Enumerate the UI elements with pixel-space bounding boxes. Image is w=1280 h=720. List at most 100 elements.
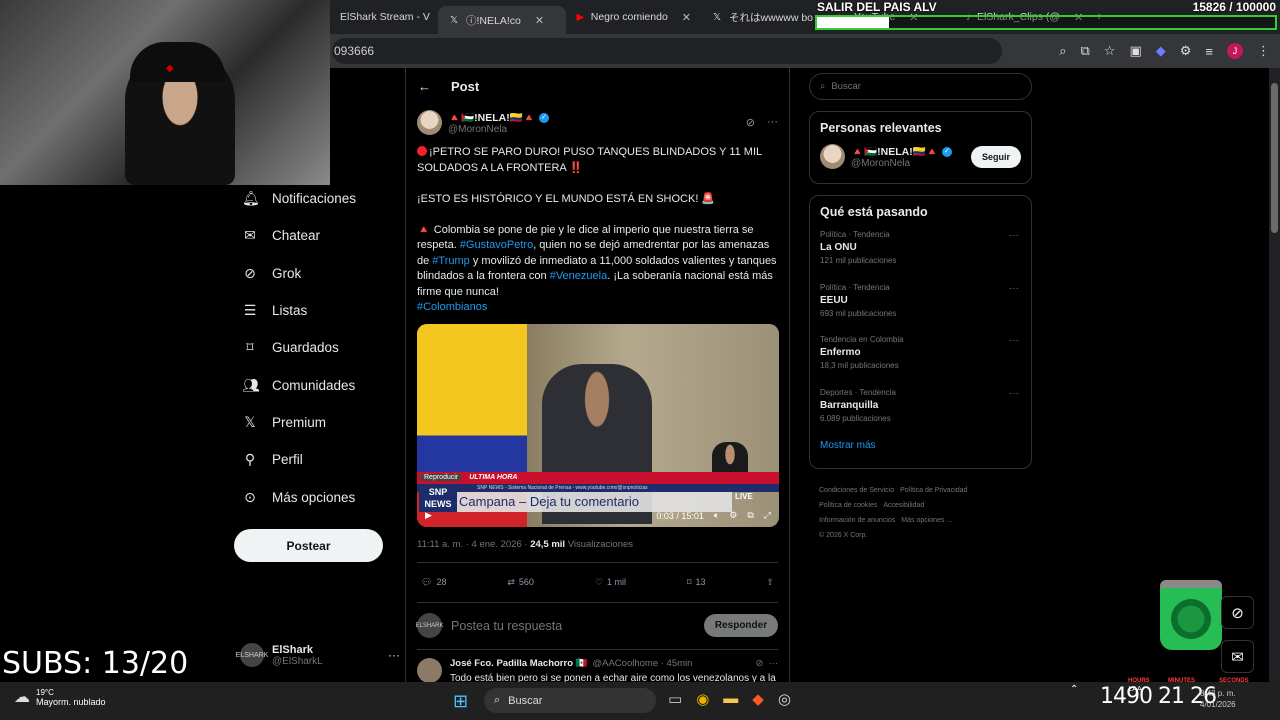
chrome-icon[interactable]: ◉: [696, 690, 709, 708]
footer-link[interactable]: Política de Privacidad: [900, 487, 967, 494]
goal-count: 15826 / 100000: [1192, 0, 1276, 14]
avatar[interactable]: [417, 657, 442, 682]
taskbar-search[interactable]: ⌕ Buscar: [484, 688, 656, 713]
menu-icon[interactable]: ⋮: [1257, 43, 1270, 59]
tab-label: ⓘ!NELA!co: [466, 14, 521, 27]
nav-bookmarks[interactable]: ⌑ Guardados: [230, 329, 400, 366]
close-icon[interactable]: ✕: [682, 11, 691, 24]
person-name[interactable]: 🔺🇵🇸!NELA!🇨🇴🔺: [851, 146, 939, 158]
nav-chat[interactable]: ✉ Chatear: [230, 217, 400, 254]
avatar[interactable]: [417, 110, 442, 135]
respond-button[interactable]: Responder: [704, 614, 778, 637]
play-label: Reproducir: [421, 474, 462, 481]
hashtag-link[interactable]: #Colombianos: [417, 301, 487, 313]
windows-start-icon[interactable]: ⊞: [453, 691, 468, 712]
install-icon[interactable]: ⧉: [1081, 43, 1090, 59]
puzzle-icon[interactable]: ⚙: [1180, 43, 1192, 59]
goal-title: SALIR DEL PAIS ALV: [817, 0, 937, 14]
browser-tab[interactable]: ElShark Stream - V ✕: [330, 3, 438, 31]
fullscreen-icon[interactable]: ⤢: [764, 510, 771, 521]
hashtag-link[interactable]: #GustavoPetro: [460, 239, 533, 251]
nav-notifications[interactable]: 🔔︎ Notificaciones: [230, 180, 400, 217]
play-icon[interactable]: ▶: [425, 510, 432, 521]
more-icon[interactable]: ···: [388, 648, 400, 662]
mail-icon[interactable]: ✉: [1221, 640, 1254, 673]
footer-link[interactable]: Información de anuncios: [819, 517, 895, 524]
reply-button[interactable]: 💬︎ 28: [421, 577, 446, 588]
nav-label: Premium: [272, 414, 327, 430]
browser-tab[interactable]: ▶ Negro comiendo ✕: [566, 3, 701, 31]
volume-icon[interactable]: 🔈︎: [714, 510, 719, 521]
nav-lists[interactable]: ☰ Listas: [230, 292, 400, 329]
grok-icon[interactable]: ⊘: [746, 116, 755, 129]
search-input[interactable]: ⌕ Buscar: [809, 73, 1032, 100]
more-icon[interactable]: ···: [1009, 230, 1019, 241]
trend-item[interactable]: Política · Tendencia EEUU 693 mil public…: [810, 281, 1031, 334]
like-button[interactable]: ♡ 1 mil: [595, 577, 626, 588]
like-count: 1 mil: [606, 577, 626, 587]
post-button[interactable]: Postear: [234, 529, 383, 562]
extension-icon[interactable]: ◆: [1156, 43, 1166, 59]
follow-button[interactable]: Seguir: [971, 145, 1021, 168]
chevron-up-icon[interactable]: ⌃: [1070, 684, 1078, 695]
youtube-icon: ▶: [576, 11, 585, 23]
footer-link[interactable]: Política de cookies: [819, 502, 877, 509]
popout-icon[interactable]: ⧉: [747, 510, 753, 521]
tweet-timestamp[interactable]: 11:11 a. m. · 4 ene. 2026 ·: [417, 539, 530, 550]
author-name[interactable]: 🔺🇵🇸!NELA!🇨🇴🔺: [448, 112, 536, 124]
scrollbar[interactable]: [1269, 68, 1280, 682]
nav-communities[interactable]: 👥︎ Comunidades: [230, 366, 400, 403]
grok-icon[interactable]: ⊘: [756, 658, 764, 669]
nav-profile[interactable]: ⚲ Perfil: [230, 441, 400, 478]
more-icon[interactable]: ···: [1009, 335, 1019, 346]
trend-count: 6.089 publicaciones: [820, 413, 891, 423]
avatar[interactable]: [820, 144, 845, 169]
close-icon[interactable]: ✕: [535, 14, 544, 27]
trend-item[interactable]: Deportes · Tendencia Barranquilla 6.089 …: [810, 386, 1031, 439]
video-player[interactable]: Reproducir ULTIMA HORA SNP NEWS - Sistem…: [417, 323, 779, 527]
more-icon[interactable]: ···: [1009, 388, 1019, 399]
show-more-link[interactable]: Mostrar más: [810, 438, 1031, 451]
zoom-icon[interactable]: ⌕: [1059, 43, 1066, 59]
reply-input[interactable]: Postea tu respuesta: [451, 619, 562, 633]
system-clock[interactable]: 8:43 p. m. 4/01/2026: [1200, 688, 1236, 710]
comment-author[interactable]: José Fco. Padilla Machorro 🇲🇽: [450, 658, 587, 669]
account-switcher[interactable]: ELSHARK ElShark @ElSharkL ···: [236, 640, 400, 670]
nav-more-options[interactable]: ⊙ Más opciones: [230, 478, 400, 515]
author-handle[interactable]: @MoronNela: [448, 124, 549, 135]
breaking-label: ULTIMA HORA: [469, 474, 518, 481]
task-view-icon[interactable]: ▭: [668, 690, 682, 708]
brave-icon[interactable]: ◆: [752, 690, 764, 708]
footer-link[interactable]: Accesibilidad: [883, 502, 924, 509]
hashtag-link[interactable]: #Trump: [432, 255, 470, 267]
trend-item[interactable]: Tendencia en Colombia Enfermo 18,3 mil p…: [810, 333, 1031, 386]
address-bar[interactable]: 093666: [332, 38, 1002, 64]
browser-tab-active[interactable]: 𝕏 ⓘ!NELA!co ✕: [438, 6, 566, 34]
list-icon: ☰: [243, 302, 257, 319]
more-icon[interactable]: ···: [769, 658, 779, 669]
browser-tab[interactable]: 𝕏 それはwwwww bo: [701, 3, 826, 31]
back-arrow-icon[interactable]: ←: [418, 79, 431, 94]
repost-button[interactable]: ⇄ 560: [507, 577, 534, 588]
scrollbar-thumb[interactable]: [1271, 83, 1278, 233]
footer-link[interactable]: Condiciones de Servicio: [819, 487, 894, 494]
trend-item[interactable]: Política · Tendencia La ONU 121 mil publ…: [810, 228, 1031, 281]
nav-grok[interactable]: ⊘ Grok: [230, 255, 400, 292]
share-button[interactable]: ⇧: [766, 577, 774, 588]
footer-link[interactable]: Más opciones ...: [901, 517, 952, 524]
folder-icon[interactable]: ▬: [723, 690, 738, 708]
bookmark-button[interactable]: ⌑ 13: [687, 577, 706, 588]
star-icon[interactable]: ☆: [1104, 43, 1116, 59]
repost-icon: ⇄: [507, 576, 515, 587]
more-icon[interactable]: ···: [767, 116, 778, 129]
more-icon[interactable]: ···: [1009, 283, 1019, 294]
grok-icon[interactable]: ⊘: [1221, 596, 1254, 629]
media-icon[interactable]: ≡: [1205, 44, 1213, 59]
nav-premium[interactable]: 𝕏 Premium: [230, 404, 400, 441]
obs-icon[interactable]: ◎: [778, 690, 791, 708]
weather-widget[interactable]: ☁ 19°C Mayorm. nublado: [14, 687, 106, 707]
hashtag-link[interactable]: #Venezuela: [550, 270, 608, 282]
settings-icon[interactable]: ⚙: [729, 510, 737, 521]
screenshot-icon[interactable]: ▣: [1129, 43, 1141, 59]
profile-avatar[interactable]: J: [1227, 43, 1243, 59]
